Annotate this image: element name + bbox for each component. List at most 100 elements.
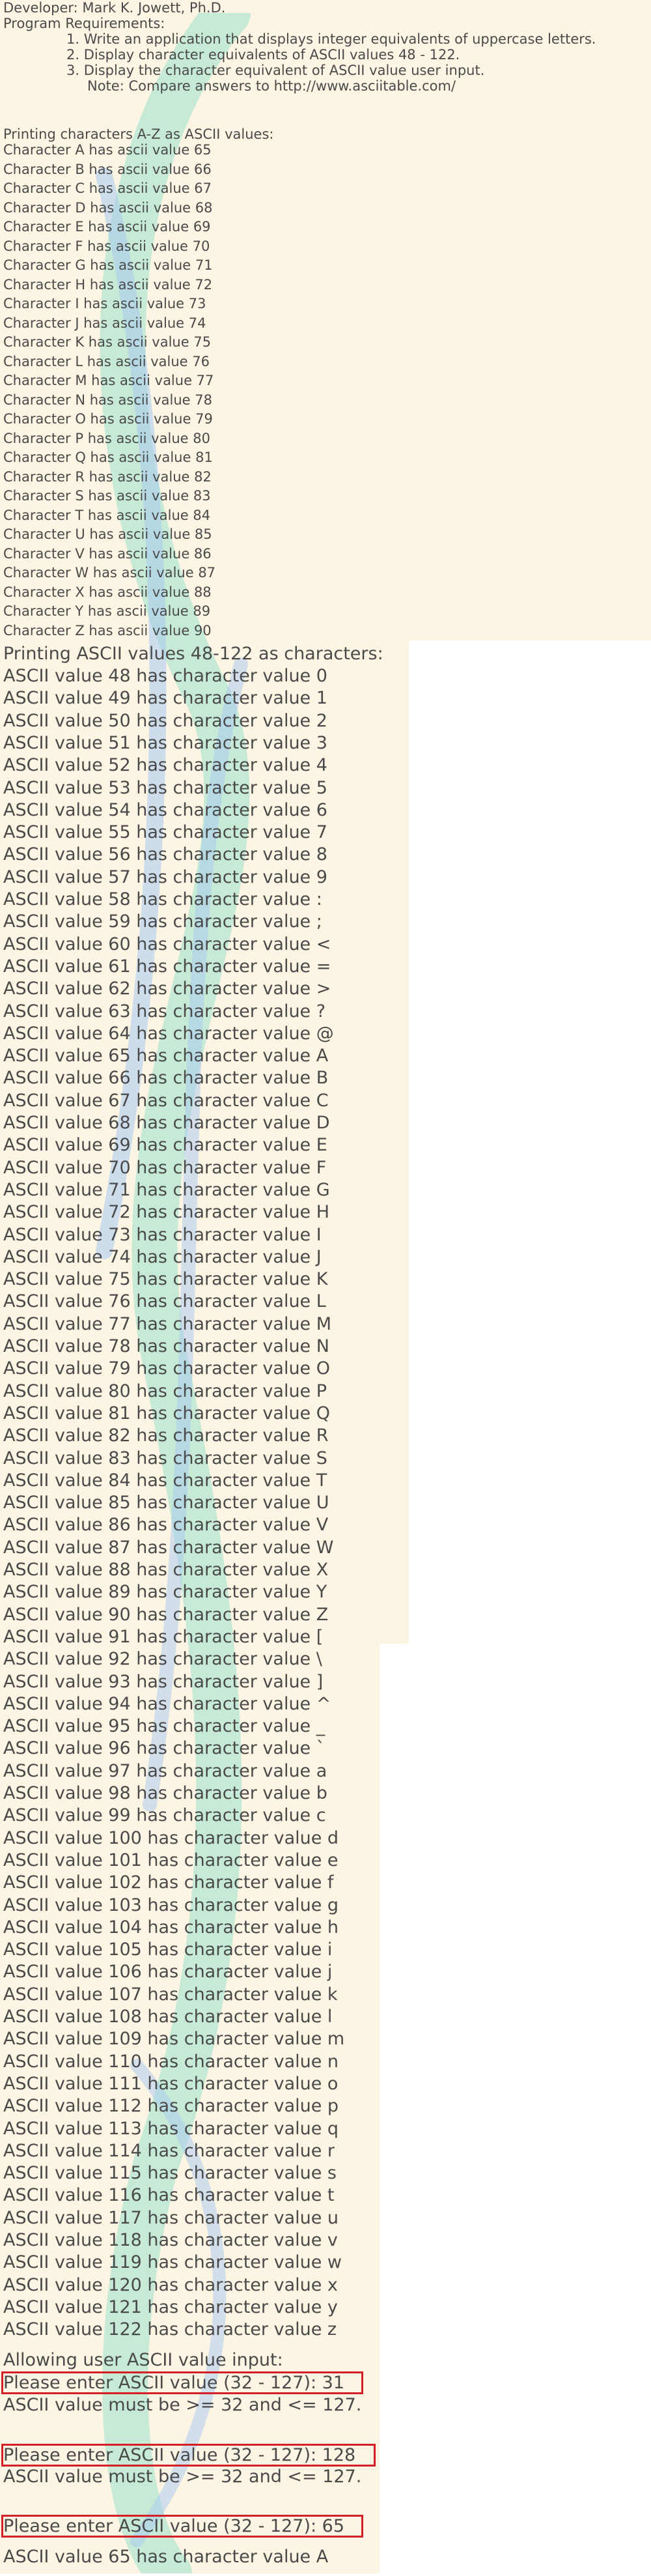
console-output: Developer: Mark K. Jowett, Ph.D. Program…: [0, 0, 651, 2576]
character-result-line: ASCII value 114 has character value r: [3, 2140, 335, 2161]
ascii-result-line: Character F has ascii value 70: [3, 238, 210, 254]
character-result-line: ASCII value 103 has character value g: [3, 1895, 339, 1915]
character-result-line: ASCII value 71 has character value G: [3, 1179, 330, 1200]
character-result-line: ASCII value 58 has character value :: [3, 889, 322, 909]
input-result-line: ASCII value must be >= 32 and <= 127.: [3, 2467, 362, 2487]
ascii-result-line: Character G has ascii value 71: [3, 257, 213, 273]
section-user-input-title: Allowing user ASCII value input:: [3, 2350, 283, 2370]
input-result-line: ASCII value 65 has character value A: [3, 2547, 329, 2567]
character-result-line: ASCII value 84 has character value T: [3, 1470, 327, 1491]
ascii-result-line: Character P has ascii value 80: [3, 430, 210, 446]
character-result-line: ASCII value 115 has character value s: [3, 2163, 337, 2184]
ascii-result-line: Character T has ascii value 84: [3, 507, 211, 523]
character-result-line: ASCII value 68 has character value D: [3, 1113, 330, 1133]
character-result-line: ASCII value 56 has character value 8: [3, 844, 327, 865]
character-result-line: ASCII value 117 has character value u: [3, 2207, 339, 2228]
ascii-result-line: Character Q has ascii value 81: [3, 450, 213, 465]
character-result-line: ASCII value 108 has character value l: [3, 2007, 333, 2027]
character-result-line: ASCII value 48 has character value 0: [3, 666, 327, 686]
ascii-result-line: Character X has ascii value 88: [3, 584, 212, 600]
character-result-line: ASCII value 76 has character value L: [3, 1291, 326, 1312]
ascii-result-line: Character U has ascii value 85: [3, 526, 212, 542]
ascii-result-line: Character V has ascii value 86: [3, 545, 212, 562]
requirements-title: Program Requirements:: [3, 16, 165, 31]
character-result-line: ASCII value 109 has character value m: [3, 2029, 345, 2050]
character-result-line: ASCII value 62 has character value >: [3, 979, 331, 999]
character-result-line: ASCII value 105 has character value i: [3, 1939, 333, 1960]
character-result-line: ASCII value 93 has character value ]: [3, 1671, 324, 1692]
ascii-result-line: Character M has ascii value 77: [3, 373, 214, 388]
ascii-result-line: Character Y has ascii value 89: [3, 603, 211, 619]
character-result-line: ASCII value 63 has character value ?: [3, 1001, 326, 1022]
ascii-result-line: Character Z has ascii value 90: [3, 622, 212, 638]
ascii-result-line: Character K has ascii value 75: [3, 334, 212, 350]
character-result-line: ASCII value 75 has character value K: [3, 1269, 328, 1290]
character-result-line: ASCII value 95 has character value _: [3, 1716, 326, 1737]
ascii-result-line: Character C has ascii value 67: [3, 180, 212, 196]
character-result-line: ASCII value 52 has character value 4: [3, 755, 327, 776]
character-result-line: ASCII value 69 has character value E: [3, 1135, 327, 1156]
requirement-item: 3. Display the character equivalent of A…: [66, 63, 485, 78]
ascii-result-line: Character S has ascii value 83: [3, 488, 211, 504]
character-result-line: ASCII value 74 has character value J: [3, 1246, 322, 1267]
ascii-result-line: Character E has ascii value 69: [3, 219, 211, 235]
character-result-line: ASCII value 78 has character value N: [3, 1336, 329, 1356]
character-result-line: ASCII value 119 has character value w: [3, 2252, 342, 2273]
input-prompt-line: Please enter ASCII value (32 - 127): 128: [3, 2445, 356, 2465]
character-result-line: ASCII value 87 has character value W: [3, 1537, 334, 1558]
ascii-result-line: Character O has ascii value 79: [3, 411, 213, 427]
character-result-line: ASCII value 61 has character value =: [3, 956, 331, 977]
character-result-line: ASCII value 116 has character value t: [3, 2185, 335, 2206]
character-result-line: ASCII value 80 has character value P: [3, 1381, 327, 1401]
ascii-result-line: Character D has ascii value 68: [3, 199, 213, 216]
character-result-line: ASCII value 73 has character value I: [3, 1224, 322, 1245]
character-result-line: ASCII value 54 has character value 6: [3, 799, 327, 820]
input-prompt-line: Please enter ASCII value (32 - 127): 31: [3, 2373, 345, 2393]
character-result-line: ASCII value 88 has character value X: [3, 1560, 329, 1580]
character-result-line: ASCII value 118 has character value v: [3, 2230, 338, 2250]
ascii-result-line: Character N has ascii value 78: [3, 392, 212, 408]
character-result-line: ASCII value 79 has character value O: [3, 1358, 331, 1379]
ascii-result-line: Character A has ascii value 65: [3, 142, 212, 158]
requirement-note: Note: Compare answers to http://www.asci…: [87, 78, 456, 94]
character-result-line: ASCII value 120 has character value x: [3, 2274, 338, 2295]
character-result-line: ASCII value 49 has character value 1: [3, 688, 327, 709]
character-result-line: ASCII value 86 has character value V: [3, 1515, 329, 1536]
character-result-line: ASCII value 59 has character value ;: [3, 911, 322, 932]
character-result-line: ASCII value 90 has character value Z: [3, 1604, 329, 1625]
character-result-line: ASCII value 67 has character value C: [3, 1090, 329, 1111]
character-result-line: ASCII value 66 has character value B: [3, 1068, 329, 1089]
ascii-result-line: Character R has ascii value 82: [3, 468, 212, 485]
character-result-line: ASCII value 102 has character value f: [3, 1872, 334, 1893]
character-result-line: ASCII value 96 has character value `: [3, 1738, 326, 1759]
character-result-line: ASCII value 112 has character value p: [3, 2096, 339, 2117]
character-result-line: ASCII value 77 has character value M: [3, 1313, 332, 1334]
character-result-line: ASCII value 99 has character value c: [3, 1805, 326, 1826]
section-a-z-title: Printing characters A-Z as ASCII values:: [3, 126, 274, 142]
character-result-line: ASCII value 82 has character value R: [3, 1425, 329, 1446]
character-result-line: ASCII value 72 has character value H: [3, 1202, 330, 1223]
character-result-line: ASCII value 94 has character value ^: [3, 1693, 331, 1714]
ascii-result-line: Character B has ascii value 66: [3, 161, 212, 177]
requirement-item: 1. Write an application that displays in…: [66, 31, 596, 47]
character-result-line: ASCII value 92 has character value \: [3, 1649, 322, 1670]
character-result-line: ASCII value 60 has character value <: [3, 934, 331, 954]
character-result-line: ASCII value 83 has character value S: [3, 1448, 327, 1468]
character-result-line: ASCII value 70 has character value F: [3, 1157, 327, 1178]
character-result-line: ASCII value 106 has character value j: [3, 1962, 333, 1982]
character-result-line: ASCII value 55 has character value 7: [3, 822, 327, 843]
character-result-line: ASCII value 107 has character value k: [3, 1984, 338, 2005]
section-48-122-title: Printing ASCII values 48-122 as characte…: [3, 644, 383, 664]
character-result-line: ASCII value 89 has character value Y: [3, 1582, 327, 1603]
character-result-line: ASCII value 122 has character value z: [3, 2319, 337, 2340]
character-result-line: ASCII value 113 has character value q: [3, 2118, 339, 2139]
character-result-line: ASCII value 50 has character value 2: [3, 710, 327, 731]
character-result-line: ASCII value 65 has character value A: [3, 1046, 329, 1066]
character-result-line: ASCII value 110 has character value n: [3, 2051, 339, 2072]
character-result-line: ASCII value 121 has character value y: [3, 2297, 338, 2317]
character-result-line: ASCII value 98 has character value b: [3, 1783, 327, 1803]
ascii-result-line: Character I has ascii value 73: [3, 296, 206, 311]
character-result-line: ASCII value 51 has character value 3: [3, 732, 327, 753]
input-prompt-line: Please enter ASCII value (32 - 127): 65: [3, 2516, 345, 2536]
ascii-result-line: Character W has ascii value 87: [3, 565, 216, 580]
